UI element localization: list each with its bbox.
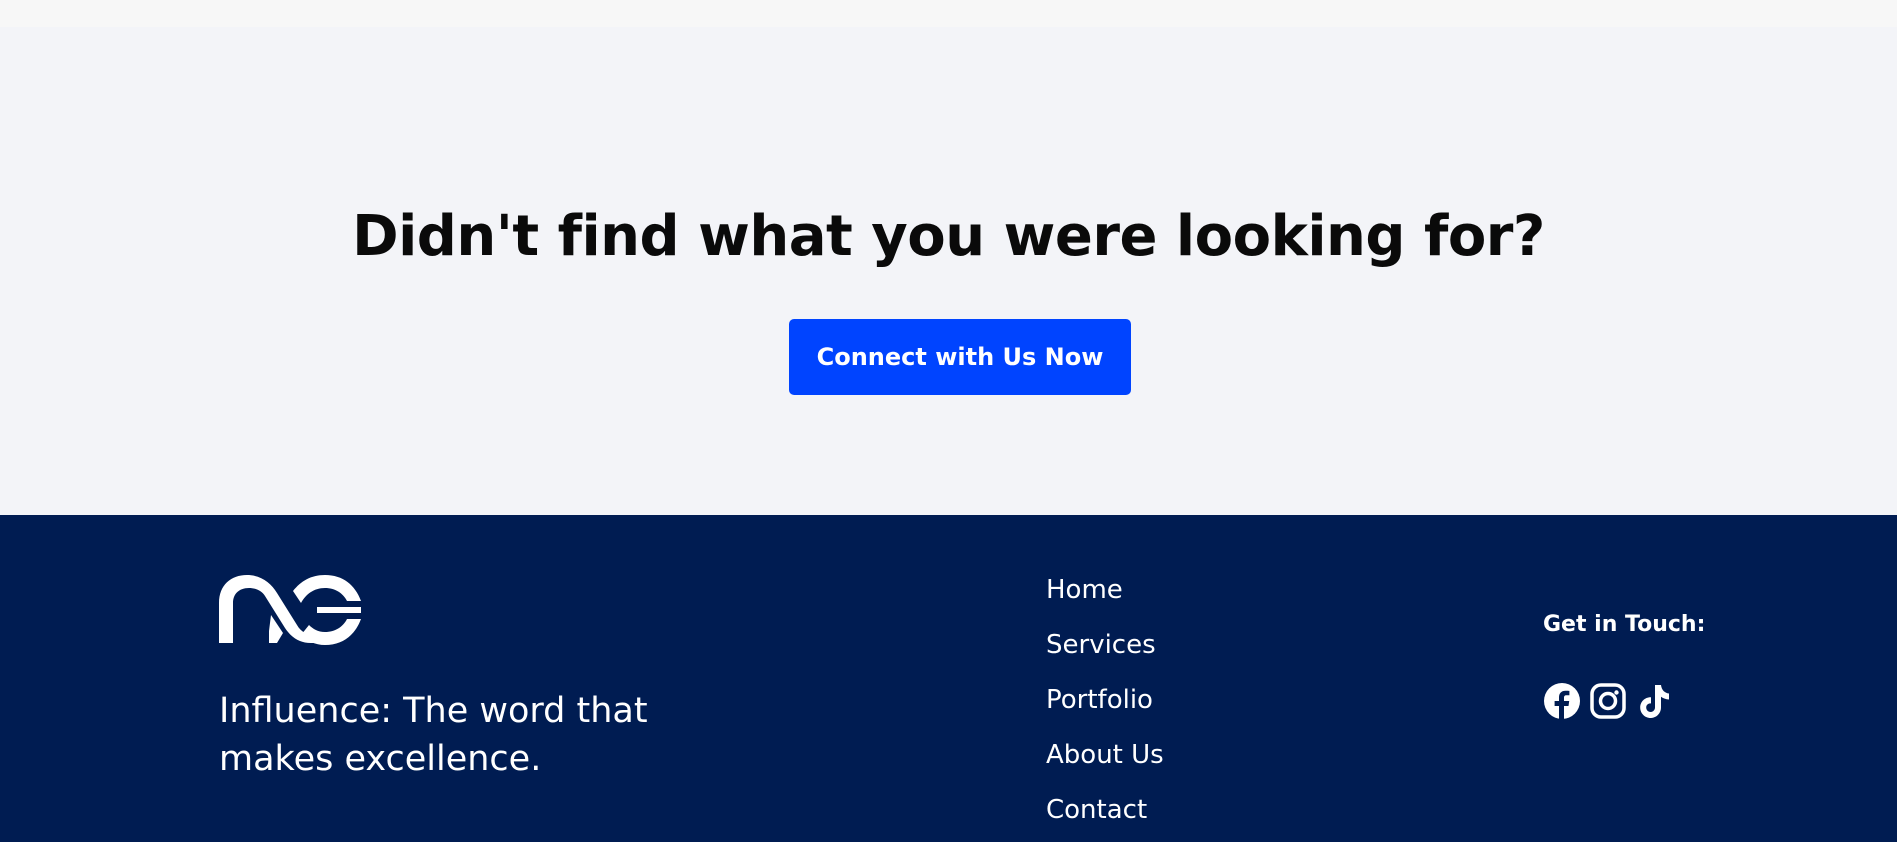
footer-link-contact[interactable]: Contact: [1046, 797, 1147, 823]
footer-link-portfolio[interactable]: Portfolio: [1046, 687, 1153, 713]
footer-nav-item-portfolio: Portfolio: [1046, 687, 1164, 742]
social-icons: [1543, 682, 1673, 720]
footer: Influence: The word that makes excellenc…: [0, 515, 1897, 842]
facebook-icon[interactable]: [1543, 682, 1581, 720]
footer-nav: Home Services Portfolio About Us Contact: [1046, 577, 1164, 852]
tiktok-icon[interactable]: [1635, 682, 1673, 720]
connect-button[interactable]: Connect with Us Now: [789, 319, 1131, 395]
footer-link-about[interactable]: About Us: [1046, 742, 1164, 768]
nc-logo-icon[interactable]: [219, 575, 361, 645]
cta-section: Didn't find what you were looking for? C…: [0, 27, 1897, 515]
footer-nav-item-contact: Contact: [1046, 797, 1164, 852]
footer-nav-item-home: Home: [1046, 577, 1164, 632]
get-in-touch-heading: Get in Touch:: [1543, 612, 1706, 637]
footer-tagline: Influence: The word that makes excellenc…: [219, 691, 648, 779]
footer-link-services[interactable]: Services: [1046, 632, 1156, 658]
instagram-icon[interactable]: [1589, 682, 1627, 720]
cta-heading: Didn't find what you were looking for?: [352, 204, 1545, 269]
footer-link-home[interactable]: Home: [1046, 577, 1123, 603]
top-strip: [0, 0, 1897, 27]
footer-nav-item-services: Services: [1046, 632, 1164, 687]
footer-nav-item-about: About Us: [1046, 742, 1164, 797]
